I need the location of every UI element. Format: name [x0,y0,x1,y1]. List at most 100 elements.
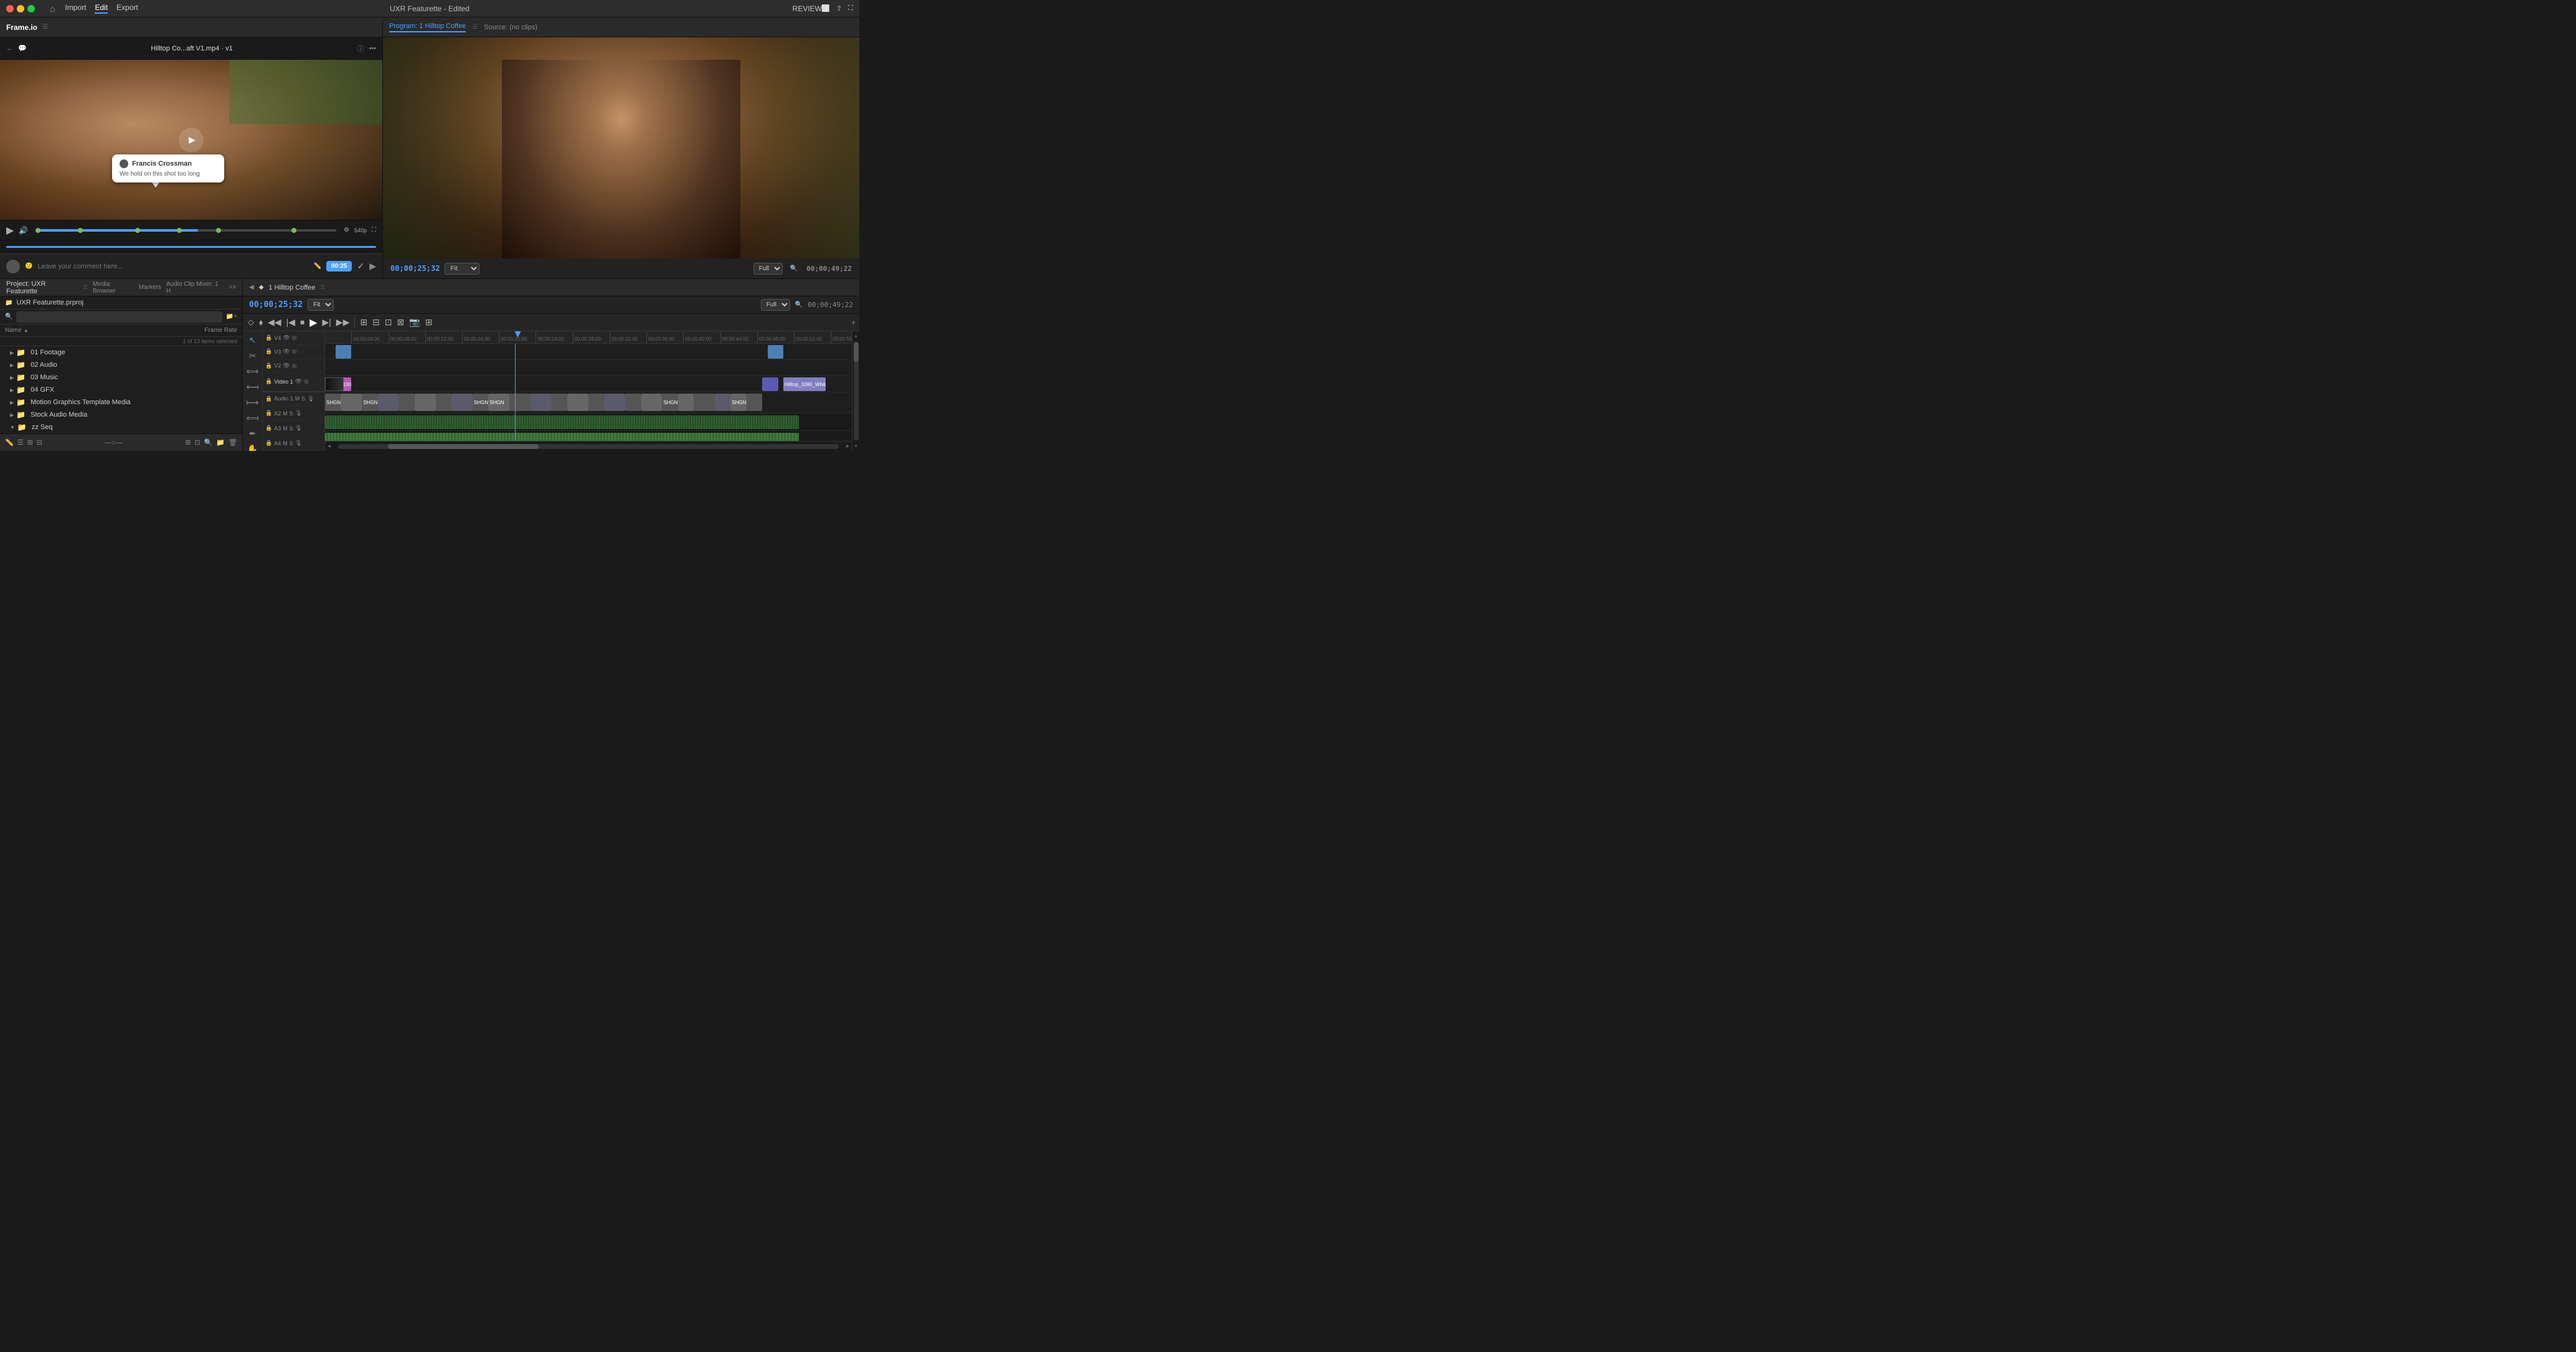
folder-03-music[interactable]: ▶ 📁 03 Music [0,371,242,384]
back-icon[interactable]: ← [6,45,13,52]
ripple-tool[interactable]: ⟺ [245,366,260,377]
comment-input-field[interactable] [37,263,308,270]
a1-lock[interactable]: 🔒 [265,395,272,402]
slip-tool[interactable]: ⟼ [245,397,260,408]
roll-tool[interactable]: ⟻ [245,382,260,392]
a2-m[interactable]: M [283,410,288,417]
project-menu-icon[interactable]: ☰ [83,284,88,291]
comment-icon[interactable]: 💬 [18,44,27,52]
program-tab[interactable]: Program: 1 Hilltop Coffee [389,22,466,32]
v1-clip-13[interactable] [552,394,567,411]
tl-fit-select[interactable]: Fit [308,299,334,311]
home-icon[interactable]: ⌂ [50,4,55,14]
fullscreen-button[interactable] [27,5,35,12]
a1-s[interactable]: S [301,395,305,402]
window-icon-3[interactable]: ⛶ [848,4,853,12]
v1-clip-22[interactable] [715,394,730,411]
v1-clip-12[interactable] [531,394,552,411]
new-bin-icon[interactable]: 📁 [216,438,225,447]
new-folder-icon[interactable]: 📁+ [226,313,237,320]
new-item-icon[interactable]: ✏️ [5,438,14,447]
menu-import[interactable]: Import [65,3,86,14]
v2-clip-right2[interactable]: Hilltop_1080_White.psd [783,377,826,391]
close-button[interactable] [6,5,14,12]
send-icon[interactable]: ✓ [357,261,364,272]
a4-s[interactable]: S [290,440,293,447]
v1-clip-16[interactable] [604,394,625,411]
scroll-down-btn[interactable]: ▾ [853,442,859,451]
v2-clip-right1[interactable] [762,377,778,391]
search-btn[interactable]: 🔍 [204,438,213,447]
v1-clip-14[interactable] [567,394,588,411]
v4-track[interactable] [325,344,852,360]
emoji-icon[interactable]: 🙂 [25,263,32,270]
markers-tab[interactable]: Markers [139,284,161,291]
right-scroll-thumb[interactable] [854,342,859,362]
folder-motion-graphics[interactable]: ▶ 📁 Motion Graphics Template Media [0,396,242,409]
next-comment-icon[interactable]: ▶ [369,261,376,272]
a4-m[interactable]: M [283,440,288,447]
scroll-thumb[interactable] [388,444,538,449]
review-button[interactable]: REVIEW [793,4,822,13]
timecode-progress[interactable] [6,246,376,248]
more-panels-icon[interactable]: >> [229,284,236,291]
tl-full-select[interactable]: Full [761,299,790,311]
folder-01-footage[interactable]: ▶ 📁 01 Footage [0,346,242,359]
play-button[interactable] [179,128,204,153]
v1-clip-4[interactable] [378,394,399,411]
v1-eye[interactable]: 👁 [295,378,302,385]
source-tab[interactable]: Source: (no clips) [484,24,537,31]
v1-clip-6[interactable] [415,394,436,411]
program-tab-menu[interactable]: ☰ [472,24,478,31]
v2-eye[interactable]: 👁 [283,362,290,369]
v2-clip-thumb[interactable] [325,377,344,391]
timeline-tab-menu[interactable]: ☰ [320,284,325,291]
v1-clip-18[interactable] [641,394,663,411]
v3-eye[interactable]: 👁 [283,348,290,355]
more-icon[interactable]: ••• [369,45,376,52]
automate-icon[interactable]: ⊡ [194,438,200,447]
menu-edit[interactable]: Edit [95,3,108,14]
v1-clip-3[interactable]: SHGN7_S [362,394,377,411]
razor-tool[interactable]: ✂ [245,351,260,361]
v1-clip-21[interactable] [694,394,715,411]
right-scrollbar[interactable]: ▴ ▾ [852,331,859,451]
timeline-collapse-icon[interactable]: ◀ [249,284,254,291]
bottom-scrollbar[interactable]: ◂ ▸ [325,441,852,451]
step-forward-btn[interactable]: ▶| [321,317,332,328]
add-track-btn[interactable]: + [851,318,856,327]
extract-btn[interactable]: ⊠ [396,317,406,328]
v4-lock[interactable]: 🔒 [265,334,272,341]
scroll-track[interactable] [338,444,839,449]
insert-btn[interactable]: ⊞ [359,317,369,328]
v4-clip-2[interactable] [768,345,783,359]
a3-lock[interactable]: 🔒 [265,425,272,432]
minimize-button[interactable] [17,5,24,12]
full-select[interactable]: Full [753,263,783,275]
settings-icon[interactable]: ⚙ [344,227,349,234]
project-search-input[interactable] [16,311,222,323]
delete-icon[interactable]: 🗑 [229,438,237,447]
free-form-icon[interactable]: ⊟ [37,438,42,447]
v1-clip-7[interactable] [436,394,451,411]
icon-view-icon[interactable]: ⊞ [27,438,33,447]
a2-lock[interactable]: 🔒 [265,410,272,417]
step-forward2-btn[interactable]: ▶▶ [335,317,351,328]
render-btn[interactable]: ⊞ [424,317,434,328]
v1-clip-9[interactable]: SHGN7_S0 [473,394,488,411]
v2-lock[interactable]: 🔒 [265,362,272,369]
v3-lock[interactable]: 🔒 [265,348,272,355]
menu-export[interactable]: Export [116,3,138,14]
a1-m[interactable]: M [295,395,300,402]
audio-mixer-tab[interactable]: Audio Clip Mixer: 1 H [166,281,224,295]
mark-out-btn[interactable]: ⬧ [258,317,264,328]
v1-clip-19[interactable]: SHGN7_S [662,394,677,411]
storyboard-icon[interactable]: ⊞ [185,438,191,447]
annotate-icon[interactable]: ✏️ [313,263,321,270]
v1-clip-15[interactable] [588,394,604,411]
v1-clip-17[interactable] [625,394,641,411]
a3-m[interactable]: M [283,425,288,432]
fps-col-header[interactable]: Frame Rate [187,327,237,334]
v1-clip-10[interactable]: SHGN [488,394,509,411]
v1-track[interactable]: SHGN7_S00 SHGN7_S [325,392,852,414]
